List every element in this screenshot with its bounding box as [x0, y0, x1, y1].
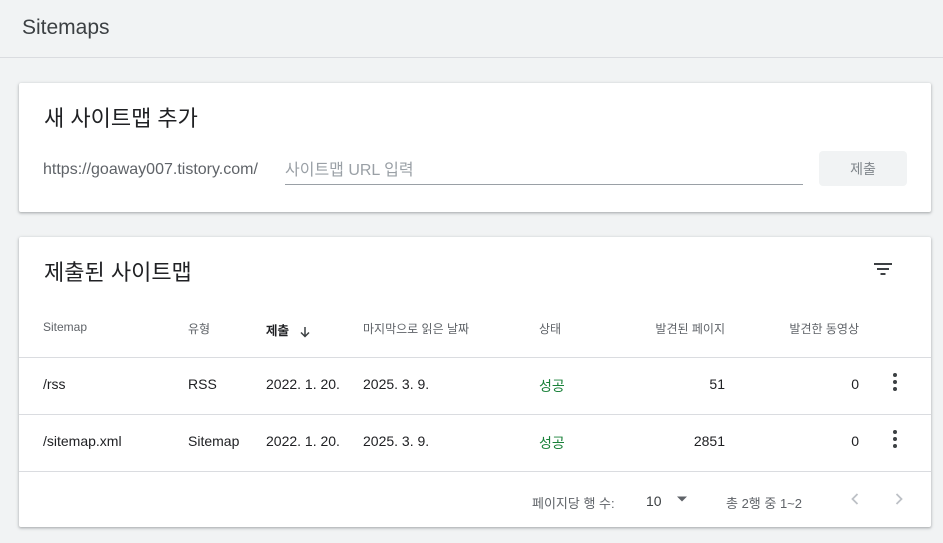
cell-pages: 2851 [693, 433, 725, 449]
cell-pages: 51 [709, 376, 725, 392]
top-bar: Sitemaps [0, 0, 943, 58]
divider [19, 471, 931, 472]
arrow-down-icon [299, 326, 310, 338]
column-header-last-read[interactable]: 마지막으로 읽은 날짜 [363, 320, 469, 337]
column-header-pages[interactable]: 발견된 페이지 [625, 320, 725, 337]
cell-type: RSS [188, 376, 217, 392]
more-options-button[interactable] [885, 370, 905, 394]
cell-sitemap: /sitemap.xml [43, 433, 122, 449]
add-sitemap-title: 새 사이트맵 추가 [44, 106, 198, 131]
more-vert-icon [893, 430, 897, 434]
rows-per-page-select[interactable]: 10 [646, 493, 662, 509]
submit-button[interactable]: 제출 [819, 151, 907, 186]
rows-per-page-label: 페이지당 행 수: [532, 496, 615, 511]
cell-sitemap: /rss [43, 376, 66, 392]
table-row[interactable]: /rss RSS 2022. 1. 20. 2025. 3. 9. 성공 51 … [19, 358, 931, 414]
more-options-button[interactable] [885, 427, 905, 451]
chevron-left-icon [851, 493, 859, 505]
column-header-videos[interactable]: 발견한 동영상 [759, 320, 859, 337]
cell-submitted: 2022. 1. 20. [266, 376, 340, 392]
sitemap-url-input[interactable] [285, 157, 803, 185]
cell-last-read: 2025. 3. 9. [363, 433, 430, 449]
url-prefix: https://goaway007.tistory.com/ [43, 161, 258, 178]
submitted-sitemaps-title: 제출된 사이트맵 [44, 260, 192, 285]
pagination-range: 총 2행 중 1~2 [726, 496, 802, 511]
column-header-sitemap[interactable]: Sitemap [43, 320, 87, 334]
next-page-button[interactable] [889, 489, 909, 509]
status-badge: 성공 [539, 435, 565, 451]
previous-page-button[interactable] [845, 489, 865, 509]
column-header-submitted-label: 제출 [266, 324, 290, 338]
submitted-sitemaps-card: 제출된 사이트맵 Sitemap 유형 제출 마지막으로 읽은 날짜 상태 발견… [19, 237, 931, 527]
page-title: Sitemaps [22, 16, 110, 39]
chevron-right-icon [895, 493, 903, 505]
column-header-submitted[interactable]: 제출 [266, 320, 311, 339]
cell-videos: 0 [851, 433, 859, 449]
status-badge: 성공 [539, 378, 565, 394]
more-vert-icon [893, 373, 897, 377]
filter-button[interactable] [867, 253, 899, 285]
add-sitemap-card: 새 사이트맵 추가 https://goaway007.tistory.com/… [19, 83, 931, 212]
cell-submitted: 2022. 1. 20. [266, 433, 340, 449]
dropdown-arrow-icon[interactable] [676, 495, 688, 503]
column-header-status[interactable]: 상태 [539, 320, 561, 337]
cell-videos: 0 [851, 376, 859, 392]
cell-last-read: 2025. 3. 9. [363, 376, 430, 392]
cell-type: Sitemap [188, 433, 240, 449]
filter-icon [874, 263, 892, 275]
column-header-type[interactable]: 유형 [188, 320, 210, 337]
table-row[interactable]: /sitemap.xml Sitemap 2022. 1. 20. 2025. … [19, 415, 931, 471]
